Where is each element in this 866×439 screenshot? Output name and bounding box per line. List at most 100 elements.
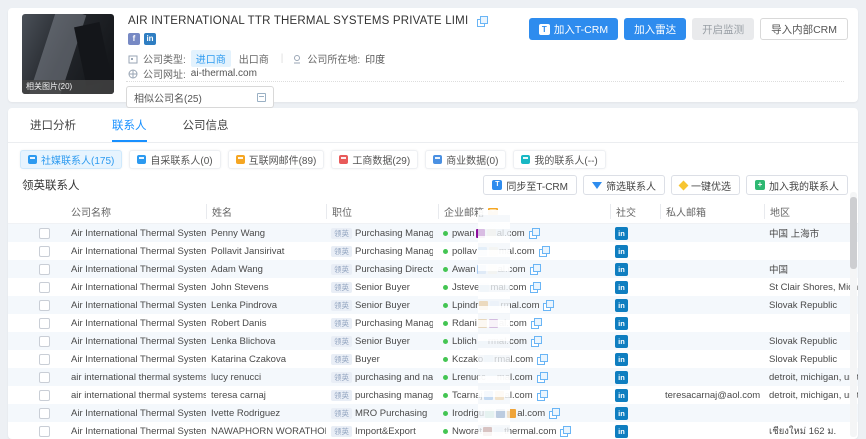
add-tcrm-button[interactable]: T加入T-CRM: [529, 18, 618, 40]
copy-icon[interactable]: [560, 426, 570, 437]
company-cell: Air International Thermal Systems: [66, 246, 206, 257]
linkedin-icon[interactable]: in: [615, 281, 628, 294]
tab-contacts[interactable]: 联系人: [112, 117, 147, 142]
row-checkbox[interactable]: [39, 318, 50, 329]
region-cell: Slovak Republic: [764, 336, 858, 347]
filter-contacts-button[interactable]: 筛选联系人: [583, 175, 665, 195]
globe-icon: [128, 69, 138, 79]
company-photo[interactable]: 相关图片(20): [22, 14, 114, 94]
copy-icon[interactable]: [537, 390, 547, 401]
linkedin-badge: 领英: [331, 246, 352, 257]
row-checkbox[interactable]: [39, 282, 50, 293]
sync-icon: T: [492, 180, 502, 190]
col-region[interactable]: 地区: [764, 204, 858, 219]
sync-tcrm-button[interactable]: T同步至T-CRM: [483, 175, 577, 195]
table-row: Air International Thermal SystemsLenka B…: [8, 332, 858, 350]
linkedin-icon[interactable]: in: [615, 425, 628, 438]
copy-icon[interactable]: [539, 246, 549, 257]
linkedin-icon[interactable]: in: [615, 227, 628, 240]
section-title: 领英联系人: [22, 177, 80, 193]
row-checkbox[interactable]: [39, 264, 50, 275]
copy-icon[interactable]: [531, 318, 541, 329]
pill-business-registry[interactable]: 工商数据(29): [331, 150, 418, 169]
row-checkbox[interactable]: [39, 372, 50, 383]
copy-icon[interactable]: [477, 16, 487, 27]
table-row: air international thermal systemsteresa …: [8, 386, 858, 404]
linkedin-badge: 领英: [331, 282, 352, 293]
linkedin-icon[interactable]: in: [615, 353, 628, 366]
linkedin-badge: 领英: [331, 408, 352, 419]
linkedin-icon[interactable]: in: [615, 389, 628, 402]
region-cell: เชียงใหม่ 162 ม.: [764, 424, 858, 439]
person-add-icon: +: [755, 180, 765, 190]
pill-my-contacts[interactable]: 我的联系人(--): [513, 150, 605, 169]
name-cell: Pollavit Jansirivat: [206, 246, 326, 257]
facebook-icon[interactable]: f: [128, 33, 140, 45]
linkedin-icon[interactable]: in: [144, 33, 156, 45]
table-body: Air International Thermal SystemsPenny W…: [8, 224, 858, 439]
copy-icon[interactable]: [543, 300, 553, 311]
copy-icon[interactable]: [537, 372, 547, 383]
tab-company-info[interactable]: 公司信息: [183, 117, 229, 142]
similar-company-select[interactable]: 相似公司名(25): [126, 86, 274, 99]
linkedin-badge: 领英: [331, 390, 352, 401]
region-cell: detroit, michigan, united st...: [764, 372, 858, 383]
copy-icon[interactable]: [549, 408, 559, 419]
add-my-contacts-button[interactable]: +加入我的联系人: [746, 175, 848, 195]
row-checkbox[interactable]: [39, 336, 50, 347]
col-position[interactable]: 职位: [326, 204, 438, 219]
table-row: Air International Thermal SystemsAdam Wa…: [8, 260, 858, 278]
linkedin-icon[interactable]: in: [615, 335, 628, 348]
company-type-label: 公司类型:: [143, 51, 186, 66]
row-checkbox[interactable]: [39, 408, 50, 419]
scrollbar-thumb[interactable]: [850, 197, 857, 269]
col-company[interactable]: 公司名称: [66, 204, 206, 219]
pill-internet-emails[interactable]: 互联网邮件(89): [228, 150, 325, 169]
col-corporate-email[interactable]: 企业邮箱: [438, 204, 610, 219]
linkedin-icon[interactable]: in: [615, 299, 628, 312]
pill-social-contacts[interactable]: 社媒联系人(175): [20, 150, 122, 169]
copy-icon[interactable]: [530, 264, 540, 275]
copy-icon[interactable]: [529, 228, 539, 239]
row-checkbox[interactable]: [39, 300, 50, 311]
position-cell: Senior Buyer: [355, 282, 410, 293]
importer-tag[interactable]: 进口商: [191, 50, 231, 67]
row-checkbox[interactable]: [39, 228, 50, 239]
col-private-email[interactable]: 私人邮箱: [660, 204, 764, 219]
linkedin-badge: 领英: [331, 264, 352, 275]
copy-icon[interactable]: [537, 354, 547, 365]
import-crm-button[interactable]: 导入内部CRM: [760, 18, 848, 40]
row-checkbox[interactable]: [39, 426, 50, 437]
copy-icon[interactable]: [530, 282, 540, 293]
table-row: Air International Thermal SystemsJohn St…: [8, 278, 858, 296]
pill-selfcollected-contacts[interactable]: 自采联系人(0): [129, 150, 220, 169]
col-social[interactable]: 社交: [610, 204, 660, 219]
contact-source-pills: 社媒联系人(175) 自采联系人(0) 互联网邮件(89) 工商数据(29) 商…: [8, 143, 858, 169]
company-cell: Air International Thermal Systems: [66, 426, 206, 437]
table-row: Air International Thermal SystemsNAWAPHO…: [8, 422, 858, 439]
exporter-tag[interactable]: 出口商: [236, 50, 272, 67]
table-row: Air International Thermal SystemsLenka P…: [8, 296, 858, 314]
linkedin-icon[interactable]: in: [615, 317, 628, 330]
pill-commercial-data[interactable]: 商业数据(0): [425, 150, 506, 169]
website-link[interactable]: ai-thermal.com: [191, 68, 257, 79]
row-checkbox[interactable]: [39, 354, 50, 365]
tab-import-analysis[interactable]: 进口分析: [30, 117, 76, 142]
add-radar-button[interactable]: 加入雷达: [624, 18, 686, 40]
linkedin-icon[interactable]: in: [615, 263, 628, 276]
name-cell: NAWAPHORN WORATHONGCHAI: [206, 426, 326, 437]
person-icon: [137, 155, 146, 164]
copy-icon[interactable]: [531, 336, 541, 347]
linkedin-icon[interactable]: in: [615, 245, 628, 258]
email-cell: Kczakormal.com: [438, 354, 610, 365]
private-email-cell: teresacarnaj@aol.com: [660, 390, 764, 401]
related-images-badge[interactable]: 相关图片(20): [22, 80, 114, 94]
table-scrollbar[interactable]: [850, 192, 857, 437]
row-checkbox[interactable]: [39, 246, 50, 257]
linkedin-icon[interactable]: in: [615, 407, 628, 420]
linkedin-icon[interactable]: in: [615, 371, 628, 384]
row-checkbox[interactable]: [39, 390, 50, 401]
one-click-select-button[interactable]: 一键优选: [671, 175, 740, 195]
start-monitor-button[interactable]: 开启监测: [692, 18, 754, 40]
col-name[interactable]: 姓名: [206, 204, 326, 219]
